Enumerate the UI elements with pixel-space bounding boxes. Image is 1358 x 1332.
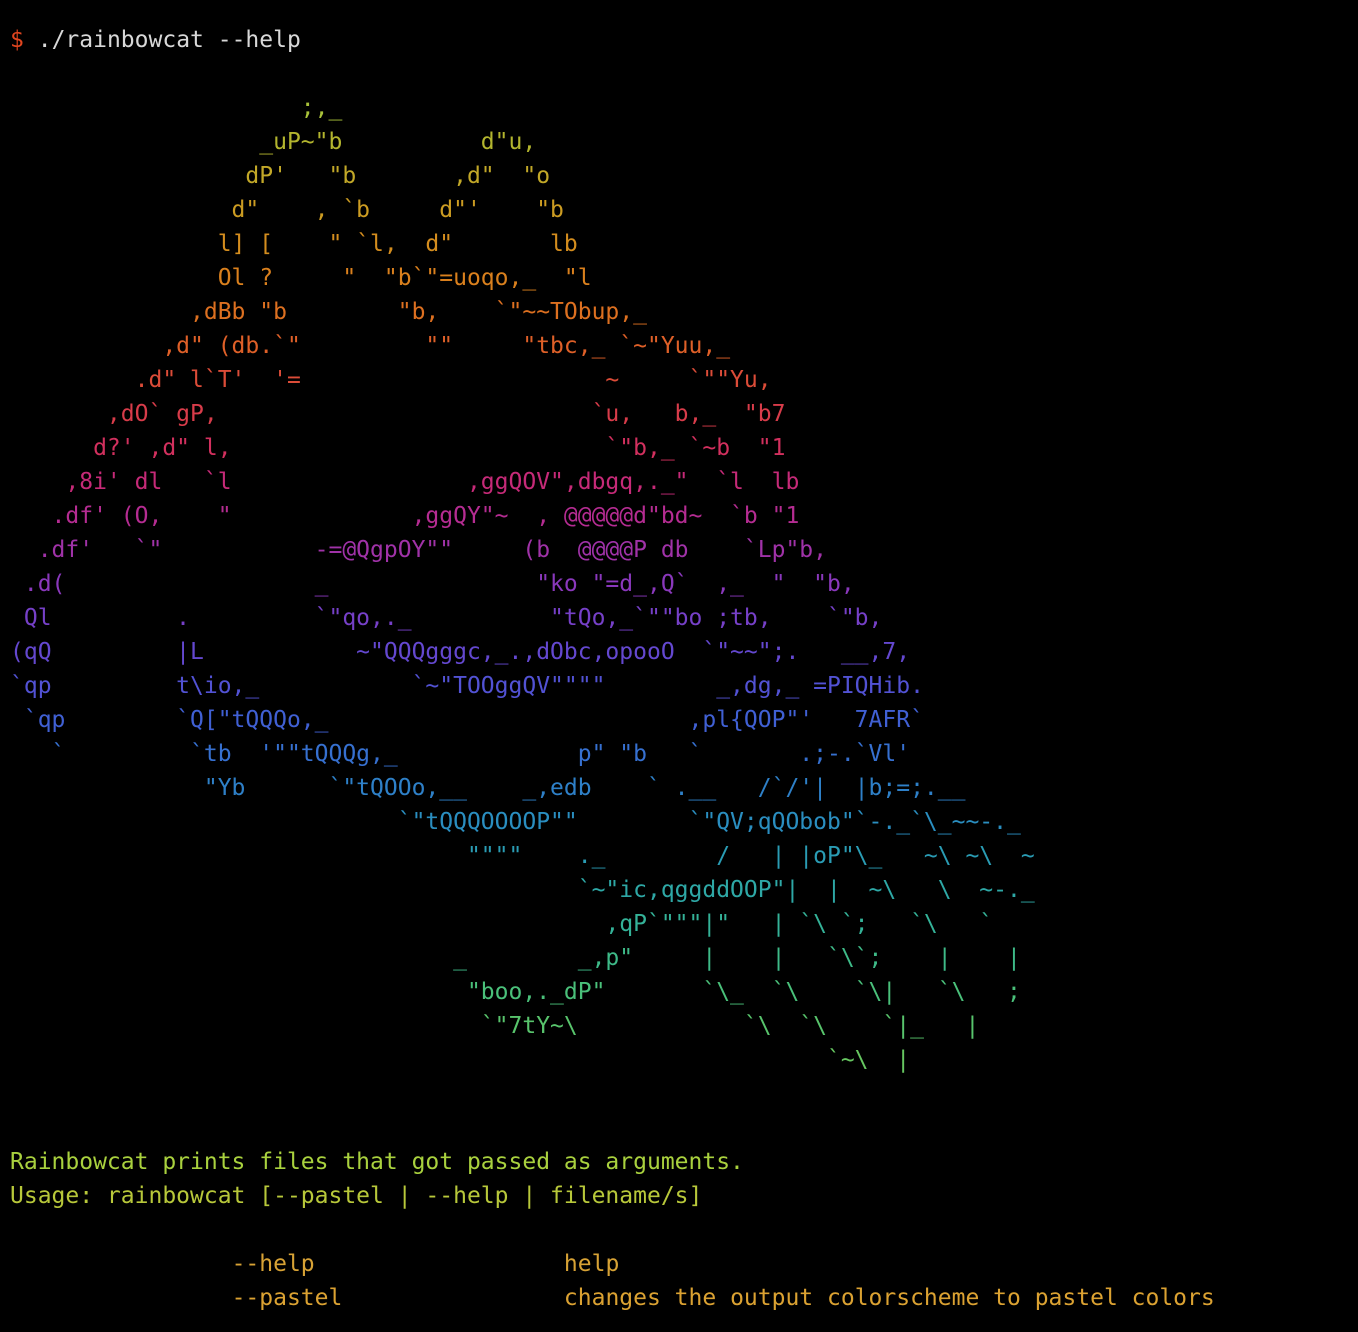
previous-output-line (0, 0, 1358, 23)
ascii-art-line: "boo,._dP" `\_ `\ `\| `\ ; (10, 979, 1021, 1005)
ascii-art-cat: ;,_ _uP~"b d"u, dP' "b ,d" "o d" , `b d"… (0, 91, 1358, 1077)
ascii-art-line: `qp `Q["tQQQo,_ ,pl{QOP"' 7AFR` (10, 707, 924, 733)
ascii-art-line: `"7tY~\ `\ `\ `|_ | (10, 1013, 980, 1039)
options-list: --help help --pastel changes the output … (0, 1247, 1358, 1315)
ascii-art-line: .d" l`T' '= ~ `""Yu, (10, 367, 772, 393)
usage-text: Usage: rainbowcat [--pastel | --help | f… (10, 1183, 703, 1209)
option-flag: --help (231, 1251, 315, 1277)
ascii-art-line: "Yb `"tQOOo,__ _,edb ` .__ /`/'| |b;=;._… (10, 775, 966, 801)
ascii-art-line: Ql . `"qo,._ "tQo,_`""bo ;tb, `"b, (10, 605, 883, 631)
ascii-art-line: `~\ | (10, 1047, 911, 1073)
command-text: ./rainbowcat --help (37, 27, 301, 53)
ascii-art-line: ,d" (db.`" "" "tbc,_ `~"Yuu,_ (10, 333, 731, 359)
ascii-art-line: ,dBb "b "b, `"~~TObup,_ (10, 299, 647, 325)
ascii-art-line: .df' (O, " ,ggQY"~ , @@@@@d"bd~ `b "1 (10, 503, 800, 529)
ascii-art-line: `~"ic,qggddOOP"| | ~\ \ ~-._ (10, 877, 1035, 903)
description-text: Rainbowcat prints files that got passed … (10, 1149, 744, 1175)
ascii-art-line: dP' "b ,d" "o (10, 163, 551, 189)
ascii-art-line: ` `tb '""tQQQg,_ p" "b ` .;-.`Vl' (10, 741, 911, 767)
ascii-art-line: ,8i' dl `l ,ggQOV",dbgq,._" `l lb (10, 469, 800, 495)
option-description: help (563, 1251, 620, 1277)
ascii-art-line: ,dO` gP, `u, b,_ "b7 (10, 401, 786, 427)
ascii-art-line: """" ._ / | |oP"\_ ~\ ~\ ~ (10, 843, 1035, 869)
ascii-art-line: Ol ? " "b`"=uoqo,_ "l (10, 265, 592, 291)
prompt-symbol: $ (10, 27, 24, 53)
ascii-art-line: d?' ,d" l, `"b,_ `~b "1 (10, 435, 786, 461)
ascii-art-line: `qp t\io,_ `~"TOOggQV"""" _,dg,_ =PIQHib… (10, 673, 924, 699)
ascii-art-line: _uP~"b d"u, (10, 129, 537, 155)
ascii-art-line: .d( _ "ko "=d_,Q` ,_ " "b, (10, 571, 855, 597)
option-description: changes the output colorscheme to pastel… (563, 1285, 1215, 1311)
ascii-art-line: _ _,p" | | `\`; | | (10, 945, 1021, 971)
ascii-art-line: d" , `b d"' "b (10, 197, 564, 223)
option-row: --pastel changes the output colorscheme … (0, 1281, 1358, 1315)
option-flag: --pastel (231, 1285, 343, 1311)
command-line: $ ./rainbowcat --help (0, 23, 1358, 57)
ascii-art-line: .df' `" -=@QgpOY"" (b @@@@P db `Lp"b, (10, 537, 827, 563)
terminal-window[interactable]: $ ./rainbowcat --help ;,_ _uP~"b d"u, dP… (0, 0, 1358, 1332)
ascii-art-line: `"tQQQOOOOP"" `"QV;qQObob"`-._`\_~~-._ (10, 809, 1021, 835)
ascii-art-line: l] [ " `l, d" lb (10, 231, 578, 257)
ascii-art-line: (qQ |L ~"QQQgggc,_.,dObc,opooO `"~~";. _… (10, 639, 911, 665)
ascii-art-line: ;,_ (10, 95, 343, 121)
ascii-art-line: ,qP`"""|" | `\ `; `\ ` (10, 911, 994, 937)
option-row: --help help (0, 1247, 1358, 1281)
